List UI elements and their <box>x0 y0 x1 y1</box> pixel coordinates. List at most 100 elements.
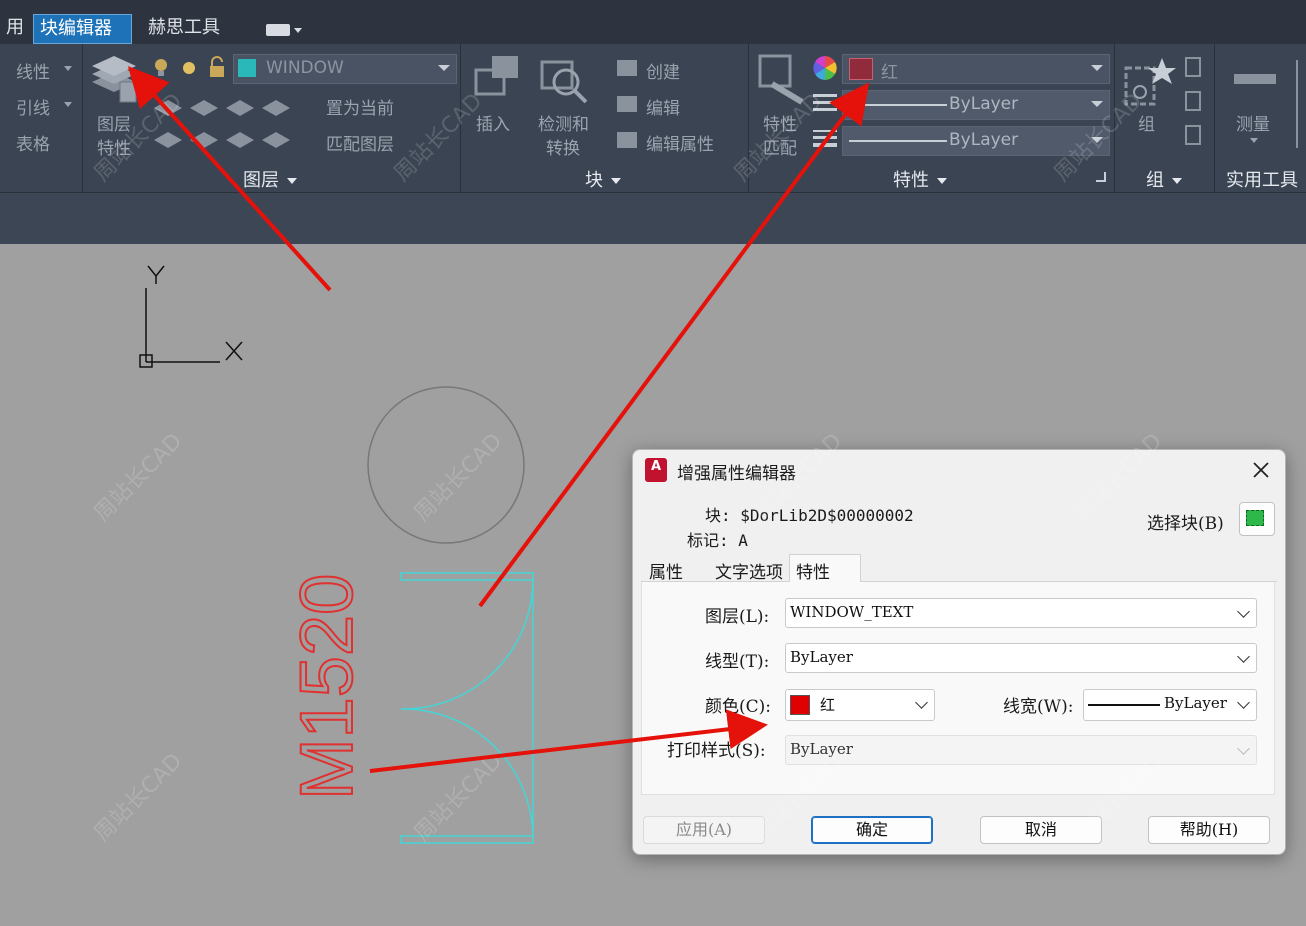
linetype-dropdown-value: ByLayer <box>949 94 1019 114</box>
group-tools-icons[interactable] <box>1182 56 1206 150</box>
table-button[interactable]: 表格 <box>16 130 50 155</box>
autocad-logo-icon: A <box>645 458 667 482</box>
layer-state-icons <box>155 56 224 77</box>
match-properties-icon[interactable] <box>758 54 808 106</box>
layer-select[interactable]: WINDOW_TEXT <box>785 598 1257 628</box>
insert-block-icon[interactable] <box>470 52 522 108</box>
linetype-select[interactable]: ByLayer <box>785 643 1257 673</box>
ok-button[interactable]: 确定 <box>811 816 933 844</box>
circle-entity[interactable] <box>367 386 525 544</box>
tab-attributes[interactable]: 属性 <box>649 558 683 583</box>
help-button[interactable]: 帮助(H) <box>1148 816 1270 844</box>
match-layer-button[interactable]: 匹配图层 <box>326 130 394 155</box>
layer-select-value: WINDOW_TEXT <box>790 603 914 621</box>
edit-attributes-icon[interactable] <box>617 132 637 148</box>
panel-launcher-icon[interactable] <box>1096 172 1106 182</box>
door-block[interactable] <box>400 572 534 844</box>
group-panel-title[interactable]: 组 <box>1146 166 1182 192</box>
chevron-down-icon <box>1237 605 1250 618</box>
color-field-label: 颜色(C): <box>705 697 771 717</box>
create-block-icon[interactable] <box>617 60 637 76</box>
chevron-down-icon <box>1237 696 1250 709</box>
close-icon[interactable] <box>1251 460 1271 480</box>
color-select-value: 红 <box>820 696 836 714</box>
match-properties-label-1: 特性 <box>763 115 797 135</box>
detect-convert-icon[interactable] <box>538 52 594 108</box>
lineweight-dropdown[interactable]: ByLayer <box>842 126 1110 156</box>
lineweight-field-label: 线宽(W): <box>1003 697 1074 717</box>
layer-dropdown-value: WINDOW <box>266 58 344 78</box>
select-block-icon <box>1246 510 1264 526</box>
chevron-down-icon[interactable] <box>64 102 72 107</box>
layer-properties-icon[interactable] <box>88 54 142 106</box>
dialog-title: 增强属性编辑器 <box>677 464 796 484</box>
color-swatch <box>849 58 873 80</box>
block-panel-title[interactable]: 块 <box>585 166 621 192</box>
door-label-text[interactable]: M1520 <box>284 573 369 801</box>
group-icon[interactable] <box>1122 54 1178 114</box>
tab-properties-label: 特性 <box>796 563 830 583</box>
plotstyle-select: ByLayer <box>785 735 1257 765</box>
tab-application[interactable]: 用 <box>0 14 30 42</box>
color-select-swatch <box>790 695 810 715</box>
create-block-button[interactable]: 创建 <box>646 58 680 83</box>
panel-divider <box>1114 44 1115 192</box>
layer-panel-title[interactable]: 图层 <box>243 166 297 192</box>
panel-divider <box>748 44 749 192</box>
lineweight-dropdown-value: ByLayer <box>949 130 1019 150</box>
select-block-label: 选择块(B) <box>1147 514 1224 534</box>
workspace-switch-icon[interactable] <box>266 24 290 36</box>
select-block-button[interactable] <box>1239 502 1275 536</box>
layer-properties-label-2: 特性 <box>97 139 131 159</box>
panel-divider <box>82 44 83 192</box>
properties-panel-title[interactable]: 特性 <box>893 166 947 192</box>
edit-attributes-button[interactable]: 编辑属性 <box>646 130 714 155</box>
ribbon-lower-band <box>0 193 1306 244</box>
linear-dimension-button[interactable]: 线性 <box>16 58 50 83</box>
chevron-down-icon[interactable] <box>294 28 302 33</box>
color-select[interactable]: 红 <box>785 689 935 721</box>
ribbon-tab-bar: 用 块编辑器 赫思工具 <box>0 0 1306 44</box>
detect-convert-label-1: 检测和 <box>538 115 589 135</box>
panel-divider <box>460 44 461 192</box>
lineweight-preview-line <box>1088 704 1160 706</box>
measure-icon[interactable] <box>1234 74 1276 84</box>
layer-tools-icons[interactable] <box>150 92 290 160</box>
chevron-down-icon[interactable] <box>1250 138 1258 143</box>
enhanced-attribute-editor-dialog: A 增强属性编辑器 块: $DorLib2D$00000002 标记: A 选择… <box>632 449 1286 855</box>
edit-block-icon[interactable] <box>617 96 637 112</box>
layer-dropdown[interactable]: WINDOW <box>233 54 457 84</box>
cancel-button[interactable]: 取消 <box>980 816 1102 844</box>
tab-block-editor[interactable]: 块编辑器 <box>33 14 132 44</box>
color-wheel-icon[interactable] <box>813 56 837 80</box>
layer-properties-label-1: 图层 <box>97 115 131 135</box>
panel-divider <box>1214 44 1215 192</box>
leader-button[interactable]: 引线 <box>16 94 50 119</box>
linetype-preview <box>849 104 947 106</box>
color-dropdown[interactable]: 红 <box>842 54 1110 84</box>
linetype-dropdown[interactable]: ByLayer <box>842 90 1110 120</box>
block-name-label: 块: $DorLib2D$00000002 <box>705 506 914 525</box>
plotstyle-field-label: 打印样式(S): <box>667 741 766 761</box>
edit-block-button[interactable]: 编辑 <box>646 94 680 119</box>
chevron-down-icon[interactable] <box>64 66 72 71</box>
chevron-down-icon <box>1237 650 1250 663</box>
linetype-select-value: ByLayer <box>790 648 853 666</box>
tab-properties[interactable]: 特性 <box>789 554 861 583</box>
insert-block-label: 插入 <box>476 115 510 135</box>
apply-button: 应用(A) <box>643 816 765 844</box>
tab-hesi-tools[interactable]: 赫思工具 <box>142 14 226 42</box>
linetype-lineweight-icons <box>813 94 837 147</box>
tab-text-options[interactable]: 文字选项 <box>715 558 783 583</box>
lineweight-select[interactable]: ByLayer <box>1083 689 1257 721</box>
layer-field-label: 图层(L): <box>705 607 770 627</box>
ribbon: 用 块编辑器 赫思工具 线性 引线 表格 图层 特性 WINDOW 置为当前 匹… <box>0 0 1306 244</box>
group-label: 组 <box>1138 115 1155 135</box>
set-current-layer-button[interactable]: 置为当前 <box>326 94 394 119</box>
utilities-panel-title[interactable]: 实用工具 <box>1226 166 1298 192</box>
chevron-down-icon <box>1091 65 1103 71</box>
overflow-tools-icon[interactable] <box>1296 60 1306 148</box>
detect-convert-label-2: 转换 <box>546 139 580 159</box>
measure-label: 测量 <box>1236 115 1270 135</box>
ucs-icon <box>139 265 243 368</box>
